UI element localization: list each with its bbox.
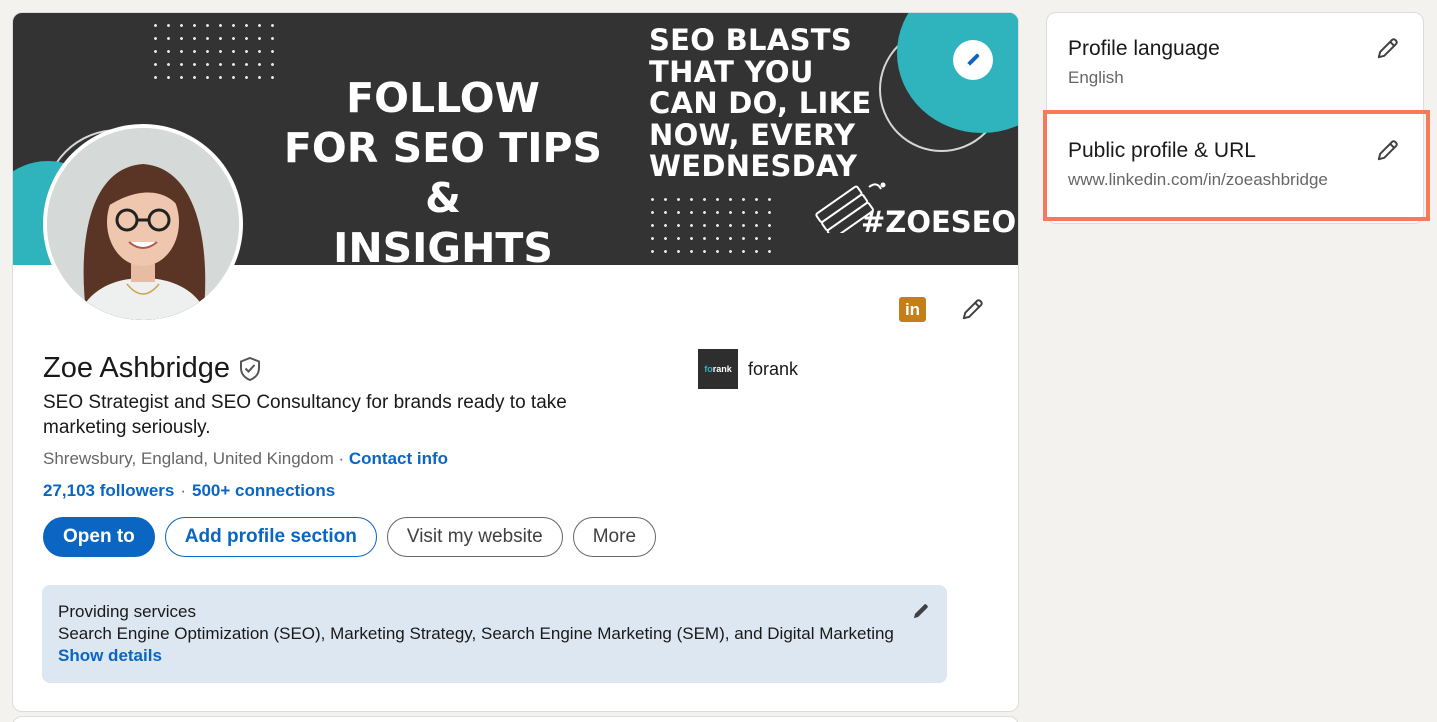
- profile-card: FOLLOW FOR SEO TIPS & INSIGHTS SEO BLAST…: [12, 12, 1019, 712]
- services-list: Search Engine Optimization (SEO), Market…: [58, 624, 894, 643]
- edit-intro-button[interactable]: [957, 293, 989, 325]
- profile-language-item: Profile language English: [1068, 37, 1220, 88]
- contact-info-link[interactable]: Contact info: [349, 449, 448, 468]
- show-details-link[interactable]: Show details: [58, 646, 931, 666]
- profile-location: Shrewsbury, England, United Kingdom: [43, 449, 334, 468]
- connections-link[interactable]: 500+ connections: [192, 481, 335, 500]
- profile-portrait-image: [47, 128, 239, 320]
- banner-dots-decoration: [149, 19, 274, 89]
- visit-website-button[interactable]: Visit my website: [386, 517, 563, 557]
- more-button[interactable]: More: [572, 517, 657, 557]
- separator: ·: [333, 449, 349, 468]
- banner-tagline: SEO BLASTS THAT YOU CAN DO, LIKE NOW, EV…: [649, 23, 872, 183]
- avatar: [47, 128, 239, 320]
- pencil-icon: [962, 299, 983, 320]
- followers-link[interactable]: 27,103 followers: [43, 481, 174, 500]
- company-name: forank: [748, 358, 799, 379]
- profile-name: Zoe Ashbridge: [43, 352, 231, 384]
- pencil-icon: [1377, 38, 1398, 59]
- verified-shield-icon[interactable]: [238, 356, 262, 382]
- pencil-icon: [966, 53, 980, 67]
- name-row: Zoe Ashbridge: [43, 352, 262, 385]
- open-to-button[interactable]: Open to: [43, 517, 155, 557]
- highlight-annotation-box: [1043, 110, 1430, 221]
- banner-headline: FOLLOW FOR SEO TIPS & INSIGHTS: [283, 74, 603, 265]
- network-row: 27,103 followers · 500+ connections: [43, 481, 336, 500]
- company-logo: fo rank: [698, 349, 738, 389]
- profile-language-title: Profile language: [1068, 37, 1220, 60]
- services-title: Providing services: [58, 602, 196, 621]
- profile-photo[interactable]: [43, 124, 243, 324]
- add-profile-section-button[interactable]: Add profile section: [164, 517, 377, 557]
- banner-hashtag: #ZOESEO: [861, 205, 1017, 239]
- next-section-card: [12, 716, 1019, 722]
- providing-services-box: Providing services Search Engine Optimiz…: [42, 585, 947, 683]
- profile-language-value: English: [1068, 68, 1124, 87]
- banner-dots-decoration: [646, 193, 776, 259]
- linkedin-badge-icon[interactable]: in: [899, 297, 926, 322]
- edit-profile-language-button[interactable]: [1373, 33, 1403, 63]
- current-company[interactable]: fo rank forank: [698, 349, 798, 389]
- profile-actions: Open to Add profile section Visit my web…: [43, 517, 657, 557]
- edit-banner-button[interactable]: [953, 40, 993, 80]
- location-row: Shrewsbury, England, United Kingdom · Co…: [43, 449, 448, 469]
- profile-headline: SEO Strategist and SEO Consultancy for b…: [43, 392, 567, 438]
- edit-services-button[interactable]: [909, 599, 933, 623]
- pencil-icon: [913, 604, 928, 619]
